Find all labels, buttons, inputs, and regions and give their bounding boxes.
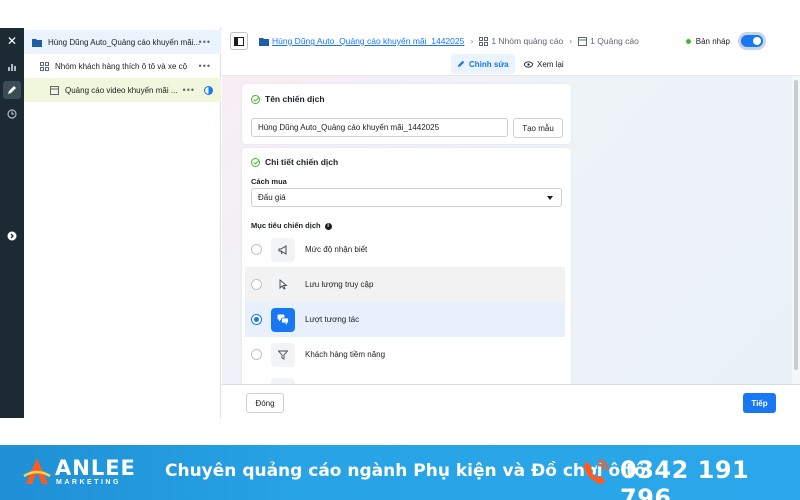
campaign-name-title-label: Tên chiến dịch [265, 94, 325, 104]
tab-review-label: Xem lại [537, 59, 564, 69]
ad-page-icon [48, 84, 60, 96]
breadcrumb-ads[interactable]: 1 Quảng cáo [578, 36, 639, 46]
objective-label: Mục tiêu chiến dịch i [251, 221, 332, 230]
folder-icon [259, 37, 269, 46]
objective-option-partial[interactable] [245, 372, 565, 384]
chat-bubbles-icon [271, 307, 295, 332]
chevron-right-icon: › [470, 36, 474, 46]
tree-campaign-label: Hùng Dũng Auto_Quảng cáo khuyến mãi... [48, 37, 201, 47]
campaign-details-title-label: Chi tiết chiến dịch [265, 157, 339, 167]
status-toggle[interactable] [741, 35, 763, 47]
more-options-icon[interactable]: ••• [183, 85, 195, 95]
more-options-icon[interactable]: ••• [199, 61, 211, 71]
tab-edit-label: Chỉnh sửa [469, 59, 509, 69]
chevron-right-icon: › [569, 36, 573, 46]
folder-icon [31, 36, 43, 48]
tab-edit[interactable]: Chỉnh sửa [451, 54, 515, 74]
objective-option-awareness[interactable]: Mức độ nhận biết [245, 232, 565, 267]
more-options-icon[interactable]: ••• [199, 37, 211, 47]
pencil-icon [457, 60, 465, 68]
objective-option-label: Khách hàng tiềm năng [305, 350, 386, 359]
tab-review[interactable]: Xem lại [518, 54, 570, 74]
objective-option-traffic[interactable]: Lưu lượng truy cập [245, 267, 565, 302]
campaign-name-card: Tên chiến dịch Hùng Dũng Auto_Quảng cáo … [242, 84, 571, 144]
editor-workspace: Tên chiến dịch Hùng Dũng Auto_Quảng cáo … [222, 76, 792, 384]
breadcrumb-campaign[interactable]: Hùng Dũng Auto_Quảng cáo khuyến mãi_1442… [259, 36, 464, 46]
editor-footer: Đóng Tiếp [222, 384, 800, 418]
phone-icon [584, 459, 609, 484]
scrollbar[interactable] [792, 76, 800, 384]
breadcrumb-campaign-label: Hùng Dũng Auto_Quảng cáo khuyến mãi_1442… [272, 36, 465, 46]
create-template-button[interactable]: Tạo mẫu [513, 118, 563, 138]
info-icon[interactable]: i [324, 222, 332, 230]
radio-button[interactable] [251, 244, 262, 255]
close-icon[interactable]: ✕ [0, 28, 24, 54]
tree-ad-label: Quảng cáo video khuyến mãi ... [65, 85, 178, 95]
radio-button[interactable] [251, 349, 262, 360]
tree-adset-label: Nhóm khách hàng thích ô tô và xe cộ [55, 61, 188, 71]
objective-option-engagement[interactable]: Lượt tương tác [245, 302, 565, 337]
campaign-details-title: Chi tiết chiến dịch [251, 157, 338, 167]
eye-icon [524, 60, 533, 68]
next-button[interactable]: Tiếp [743, 393, 776, 413]
sidebar-toggle-icon[interactable] [230, 32, 248, 50]
top-bar: Hùng Dũng Auto_Quảng cáo khuyến mãi_1442… [222, 28, 800, 54]
caret-down-icon [547, 196, 553, 200]
tree-item-adset[interactable]: Nhóm khách hàng thích ô tô và xe cộ ••• [24, 54, 221, 78]
brand-subtitle: MARKETING [56, 479, 121, 486]
scrollbar-thumb[interactable] [794, 80, 798, 370]
tree-item-ad[interactable]: Quảng cáo video khuyến mãi ... ••• [24, 78, 221, 102]
objective-option-label: Lượt tương tác [305, 315, 360, 324]
check-circle-icon [251, 94, 260, 104]
breadcrumb-ads-label: 1 Quảng cáo [590, 36, 639, 46]
anlee-logo-icon [23, 458, 51, 484]
promo-banner: ANLEE MARKETING Chuyên quảng cáo ngành P… [0, 445, 800, 500]
view-tabs: Chỉnh sửa Xem lại [222, 54, 800, 76]
objective-option-label: Lưu lượng truy cập [305, 280, 374, 289]
ad-page-icon [578, 36, 588, 46]
megaphone-icon [271, 237, 295, 262]
objective-label-text: Mục tiêu chiến dịch [251, 221, 321, 230]
chart-icon[interactable] [3, 58, 21, 76]
cursor-icon [271, 272, 295, 297]
breadcrumb-adsets-label: 1 Nhóm quảng cáo [491, 36, 564, 46]
grid-icon [38, 60, 50, 72]
expand-arrow-icon[interactable] [3, 227, 21, 245]
radio-button[interactable] [251, 279, 262, 290]
status-dot-icon [685, 38, 691, 44]
buying-type-value: Đấu giá [258, 193, 286, 202]
campaign-name-title: Tên chiến dịch [251, 94, 325, 104]
phone-number: 0342 191 796 [620, 456, 750, 500]
pencil-icon[interactable] [3, 81, 21, 99]
status-badge: Bản nháp [685, 36, 730, 46]
campaign-tree: Hùng Dũng Auto_Quảng cáo khuyến mãi... •… [24, 28, 221, 418]
close-button[interactable]: Đóng [246, 393, 284, 413]
clock-icon[interactable] [3, 105, 21, 123]
tree-item-campaign[interactable]: Hùng Dũng Auto_Quảng cáo khuyến mãi... •… [24, 30, 221, 54]
objective-option-label: Mức độ nhận biết [305, 245, 368, 254]
status-label: Bản nháp [695, 36, 730, 46]
breadcrumb-adsets[interactable]: 1 Nhóm quảng cáo [479, 36, 563, 46]
check-circle-icon [251, 157, 260, 167]
buying-type-select[interactable]: Đấu giá [251, 188, 562, 207]
campaign-details-card: Chi tiết chiến dịch Cách mua Đấu giá Mục… [242, 148, 571, 384]
buying-type-label: Cách mua [251, 177, 287, 186]
banner-tagline: Chuyên quảng cáo ngành Phụ kiện và Đồ ch… [165, 461, 646, 481]
grid-icon [479, 36, 489, 46]
campaign-name-input[interactable]: Hùng Dũng Auto_Quảng cáo khuyến mãi_1442… [251, 118, 508, 137]
radio-button-selected[interactable] [251, 314, 262, 325]
half-circle-status-icon [204, 85, 213, 95]
page-gap [0, 418, 800, 445]
objective-option-leads[interactable]: Khách hàng tiềm năng [245, 337, 565, 372]
brand-name: ANLEE [55, 456, 136, 480]
funnel-icon [271, 342, 295, 367]
